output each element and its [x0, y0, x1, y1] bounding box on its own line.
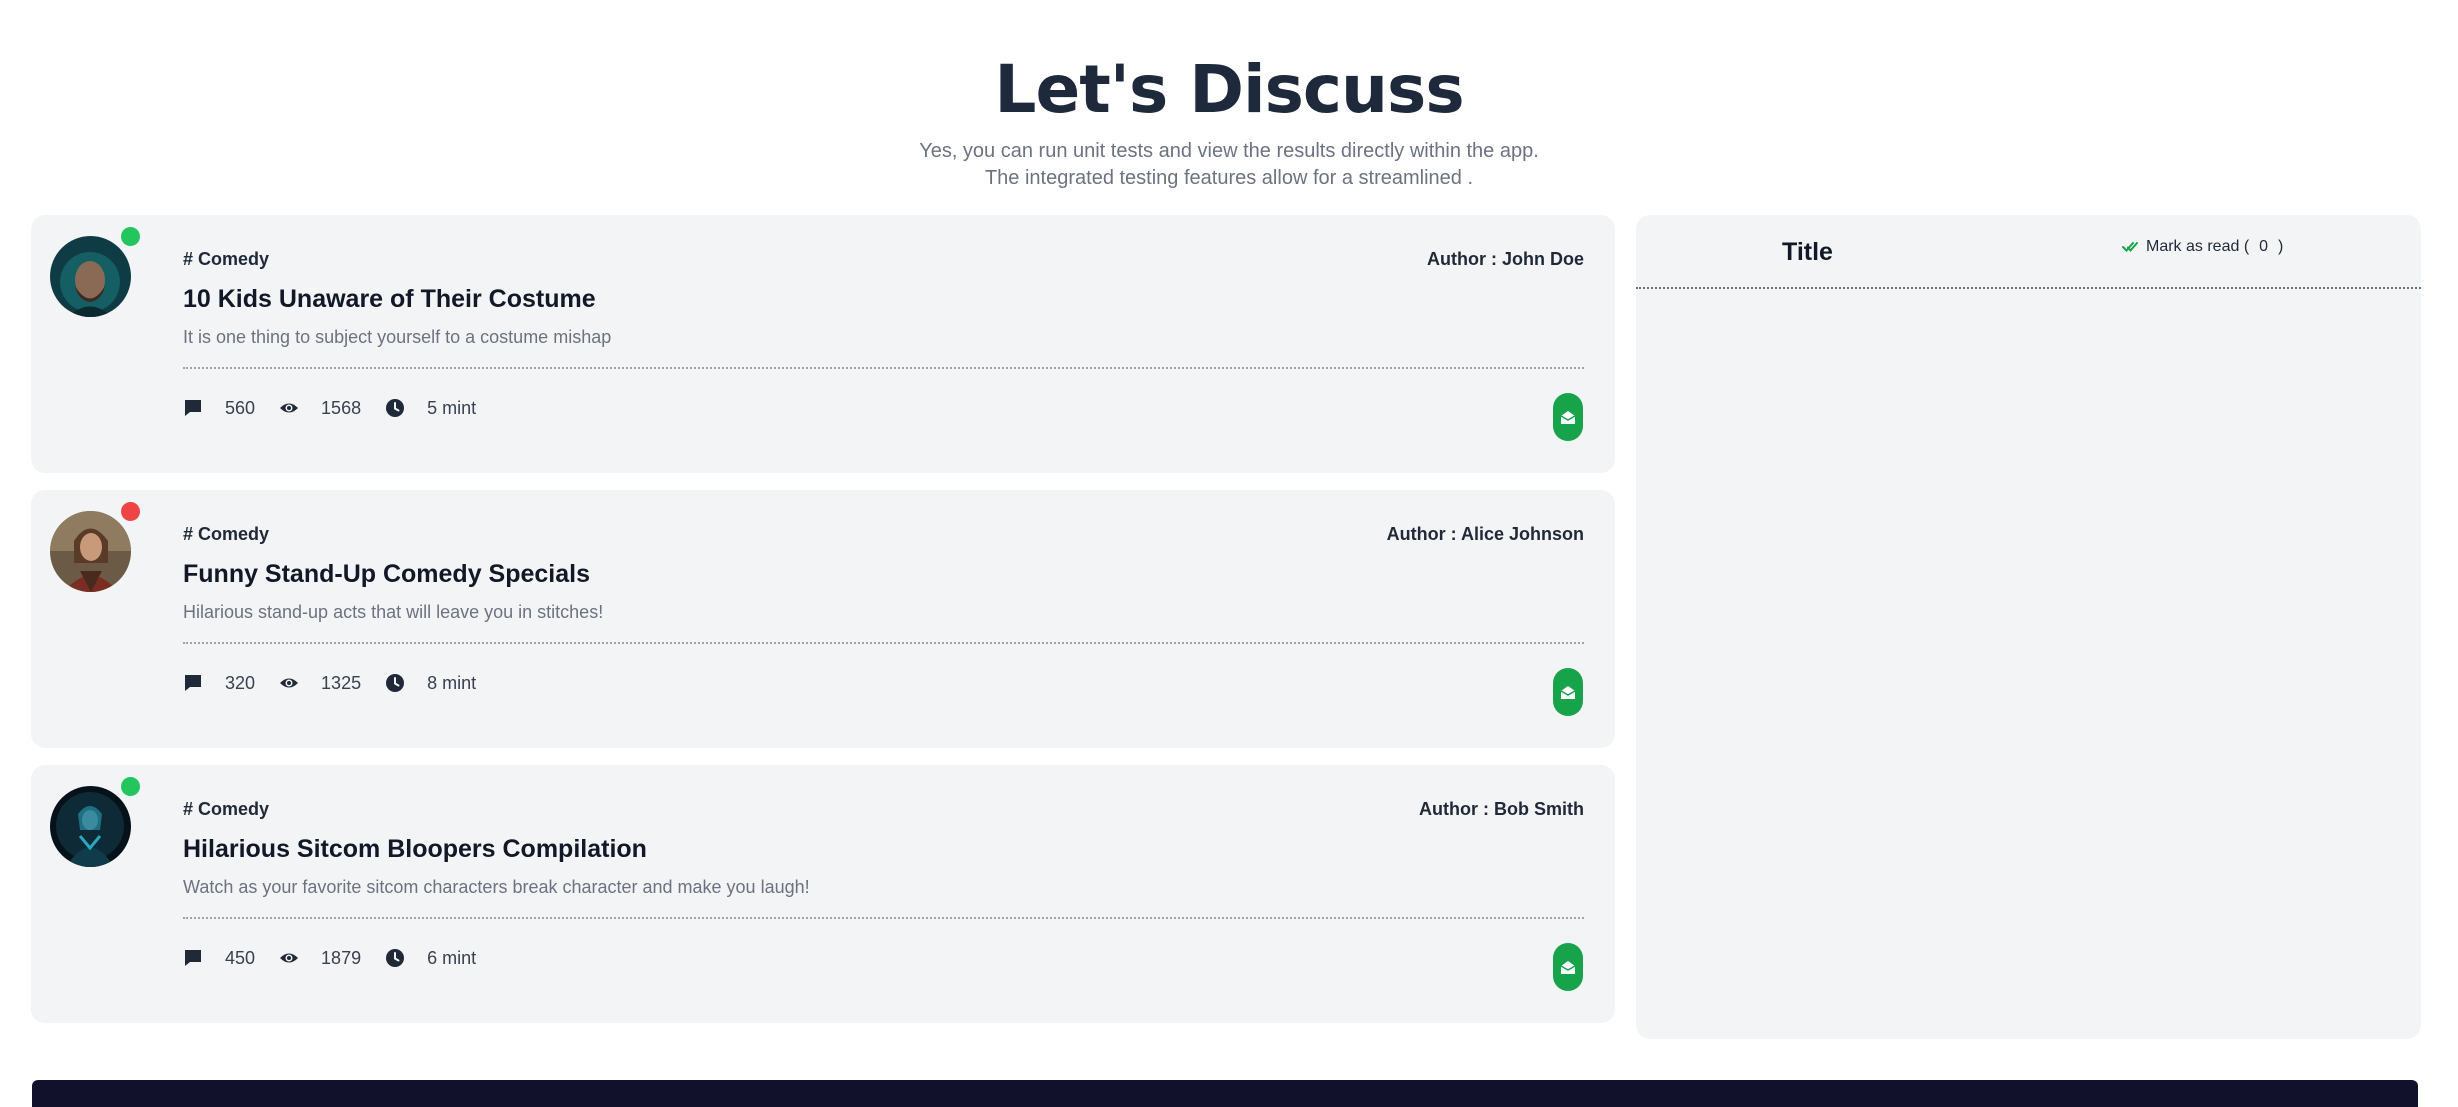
footer-banner: [32, 1080, 2418, 1107]
clock-icon: [385, 948, 405, 968]
post-stats: 560 1568 5 mint: [183, 395, 500, 421]
mark-read-count: 0: [2259, 238, 2269, 255]
mark-as-read-counter[interactable]: Mark as read ( 0 ): [2122, 238, 2283, 256]
view-count: 1325: [321, 672, 362, 693]
post-card[interactable]: # Comedy Author : Bob Smith Hilarious Si…: [31, 765, 1615, 1023]
eye-icon: [279, 948, 299, 968]
read-list-divider: [1636, 287, 2421, 289]
read-list-panel: Title Mark as read ( 0 ): [1636, 215, 2421, 1039]
eye-icon: [279, 398, 299, 418]
double-check-icon: [2122, 239, 2138, 255]
mark-read-button[interactable]: [1553, 668, 1583, 716]
view-count: 1568: [321, 397, 362, 418]
post-author: Author : John Doe: [1427, 249, 1584, 269]
post-stats: 320 1325 8 mint: [183, 670, 500, 696]
post-excerpt: Hilarious stand-up acts that will leave …: [183, 602, 604, 622]
post-divider: [183, 642, 1584, 644]
post-excerpt: Watch as your favorite sitcom characters…: [183, 877, 810, 897]
author-avatar: [50, 786, 131, 867]
post-excerpt: It is one thing to subject yourself to a…: [183, 327, 612, 347]
view-count: 1879: [321, 947, 362, 968]
post-author: Author : Bob Smith: [1419, 799, 1584, 819]
offline-status-indicator: [121, 502, 140, 521]
eye-icon: [279, 673, 299, 693]
read-time: 6 mint: [427, 947, 477, 968]
post-divider: [183, 917, 1584, 919]
post-list: # Comedy Author : John Doe 10 Kids Unawa…: [31, 215, 1615, 1040]
comment-icon: [183, 948, 203, 968]
post-category: # Comedy: [183, 799, 270, 819]
post-category: # Comedy: [183, 249, 270, 269]
post-title[interactable]: 10 Kids Unaware of Their Costume: [183, 285, 596, 314]
post-card[interactable]: # Comedy Author : John Doe 10 Kids Unawa…: [31, 215, 1615, 473]
page-subtitle-line-2: The integrated testing features allow fo…: [984, 167, 1474, 189]
post-title[interactable]: Hilarious Sitcom Bloopers Compilation: [183, 835, 647, 864]
author-avatar: [50, 236, 131, 317]
read-time: 5 mint: [427, 397, 477, 418]
comment-count: 560: [225, 397, 256, 418]
page-title: Let's Discuss: [994, 51, 1464, 128]
post-category: # Comedy: [183, 524, 270, 544]
post-divider: [183, 367, 1584, 369]
read-time: 8 mint: [427, 672, 477, 693]
comment-count: 450: [225, 947, 256, 968]
post-author: Author : Alice Johnson: [1386, 524, 1584, 544]
post-title[interactable]: Funny Stand-Up Comedy Specials: [183, 560, 590, 589]
envelope-open-icon: [1560, 411, 1576, 424]
envelope-open-icon: [1560, 686, 1576, 699]
online-status-indicator: [121, 227, 140, 246]
post-card[interactable]: # Comedy Author : Alice Johnson Funny St…: [31, 490, 1615, 748]
online-status-indicator: [121, 777, 140, 796]
mark-read-close: ): [2278, 238, 2284, 255]
clock-icon: [385, 398, 405, 418]
post-stats: 450 1879 6 mint: [183, 945, 500, 971]
page-subtitle-line-1: Yes, you can run unit tests and view the…: [919, 140, 1539, 162]
comment-icon: [183, 673, 203, 693]
clock-icon: [385, 673, 405, 693]
mark-read-button[interactable]: [1553, 393, 1583, 441]
comment-count: 320: [225, 672, 256, 693]
comment-icon: [183, 398, 203, 418]
mark-read-label: Mark as read (: [2146, 238, 2250, 255]
author-avatar: [50, 511, 131, 592]
mark-read-button[interactable]: [1553, 943, 1583, 991]
envelope-open-icon: [1560, 961, 1576, 974]
read-list-title: Title: [1782, 238, 1833, 266]
